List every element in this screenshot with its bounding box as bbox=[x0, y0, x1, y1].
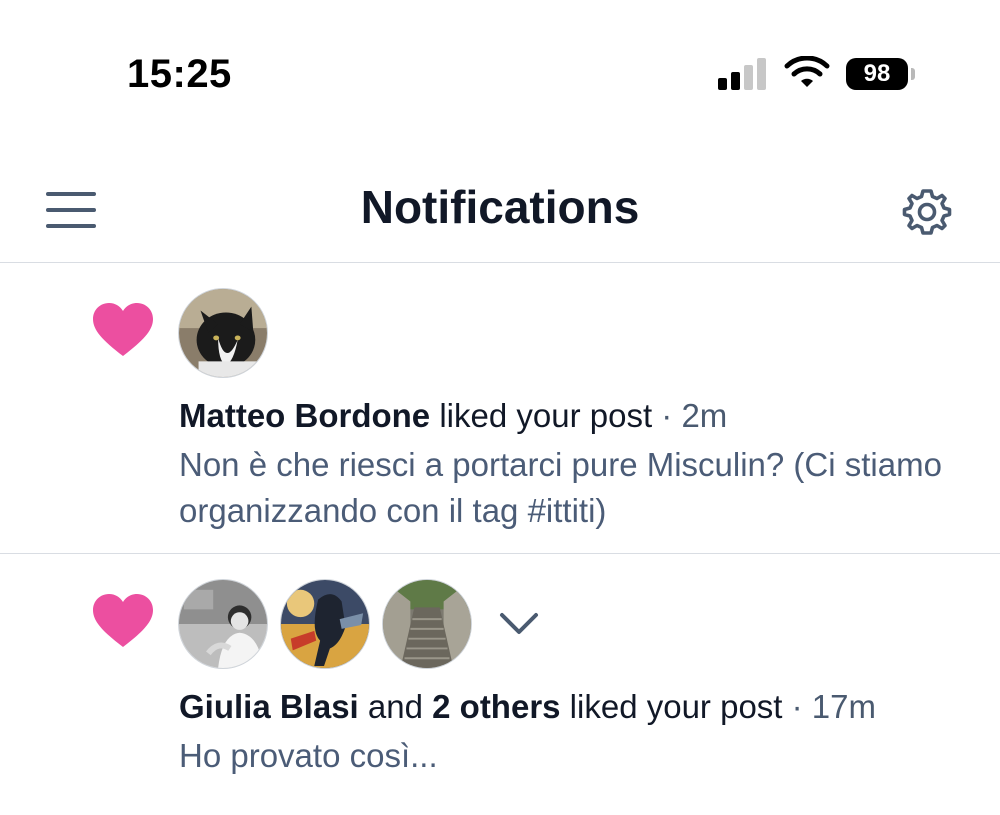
status-bar: 15:25 98 bbox=[0, 0, 1000, 150]
post-excerpt[interactable]: Ho provato così... bbox=[179, 733, 969, 779]
chevron-down-icon[interactable] bbox=[494, 601, 544, 645]
cellular-signal-icon bbox=[718, 58, 768, 90]
app-header: Notifications bbox=[0, 150, 1000, 263]
action-text: liked your post bbox=[430, 397, 653, 434]
connector-text: and bbox=[358, 688, 433, 725]
notification-text: Matteo Bordone liked your post · 2m bbox=[179, 394, 969, 438]
notifications-screen: 15:25 98 Notifications Matteo Bordone li… bbox=[0, 0, 1000, 815]
avatar[interactable] bbox=[178, 579, 268, 669]
wifi-icon bbox=[784, 56, 830, 87]
gear-icon[interactable] bbox=[900, 185, 954, 239]
notification-text: Giulia Blasi and 2 others liked your pos… bbox=[179, 685, 969, 729]
avatar[interactable] bbox=[280, 579, 370, 669]
separator-dot: · bbox=[782, 688, 812, 725]
battery-cap bbox=[911, 68, 915, 80]
notification-item[interactable]: Matteo Bordone liked your post · 2m Non … bbox=[0, 264, 1000, 554]
action-text: liked your post bbox=[560, 688, 783, 725]
notification-item[interactable]: Giulia Blasi and 2 others liked your pos… bbox=[0, 555, 1000, 815]
avatar[interactable] bbox=[382, 579, 472, 669]
notification-time: 2m bbox=[681, 397, 728, 434]
post-excerpt[interactable]: Non è che riesci a portarci pure Misculi… bbox=[179, 442, 969, 534]
avatar[interactable] bbox=[178, 288, 268, 378]
actor-name[interactable]: Matteo Bordone bbox=[179, 397, 430, 434]
heart-icon bbox=[93, 303, 153, 356]
page-title: Notifications bbox=[360, 181, 640, 233]
notification-time: 17m bbox=[811, 688, 876, 725]
actor-name[interactable]: Giulia Blasi bbox=[179, 688, 359, 725]
heart-icon bbox=[93, 594, 153, 647]
battery-indicator: 98 bbox=[846, 58, 908, 90]
status-time: 15:25 bbox=[127, 52, 232, 96]
separator-dot: · bbox=[652, 397, 682, 434]
others-link[interactable]: 2 others bbox=[432, 688, 560, 725]
